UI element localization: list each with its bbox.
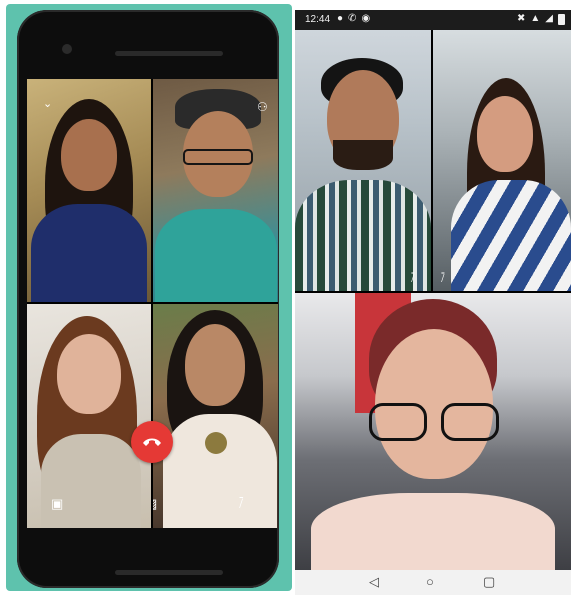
android-video-call-screen: 12:44 ● ✆ ◉ ✖ ▲ ◢ ⧶ ⧶ ◁ ○ ▢ <box>295 10 571 595</box>
end-call-button[interactable] <box>131 421 173 463</box>
video-call-screen: ⌄ ⚇ ▣ ▨ ⧶ <box>27 79 278 528</box>
home-circle-icon[interactable]: ○ <box>426 574 434 590</box>
video-off-icon[interactable]: ▨ <box>153 497 157 510</box>
participant-tile: ⌄ <box>27 79 151 302</box>
participant-tile: ▨ ⧶ <box>153 304 278 528</box>
navigation-bar: ◁ ○ ▢ <box>295 570 571 595</box>
back-triangle-icon[interactable]: ◁ <box>369 574 379 590</box>
speaker-grille <box>115 51 223 56</box>
participant-tile: ⚇ <box>153 79 278 302</box>
bottom-speaker-grille <box>115 570 223 575</box>
chevron-down-icon[interactable]: ⌄ <box>43 99 52 110</box>
participant-tile: ▣ <box>27 304 151 528</box>
messenger-icon: ◉ <box>361 13 371 24</box>
phone-hangup-icon <box>143 438 161 446</box>
camera-switch-icon[interactable]: ▣ <box>51 497 63 510</box>
wifi-icon: ▲ <box>530 13 541 24</box>
signal-icon: ◢ <box>545 13 553 24</box>
battery-icon <box>558 13 565 25</box>
chat-bubble-icon: ● <box>337 13 344 24</box>
status-bar: 12:44 ● ✆ ◉ ✖ ▲ ◢ <box>295 10 571 30</box>
participant-tile <box>295 293 571 570</box>
add-person-icon[interactable]: ⚇ <box>257 101 268 113</box>
participant-tile: ⧶ <box>295 30 431 291</box>
participant-tile: ⧶ <box>433 30 571 291</box>
status-time: 12:44 <box>305 14 331 25</box>
front-camera <box>62 44 72 54</box>
mute-icon: ✖ <box>517 13 526 24</box>
microphone-off-icon: ⧶ <box>411 273 415 285</box>
microphone-off-icon[interactable]: ⧶ <box>239 497 243 510</box>
phone-icon: ✆ <box>348 13 357 24</box>
microphone-off-icon: ⧶ <box>441 273 445 285</box>
recents-square-icon[interactable]: ▢ <box>483 574 495 590</box>
